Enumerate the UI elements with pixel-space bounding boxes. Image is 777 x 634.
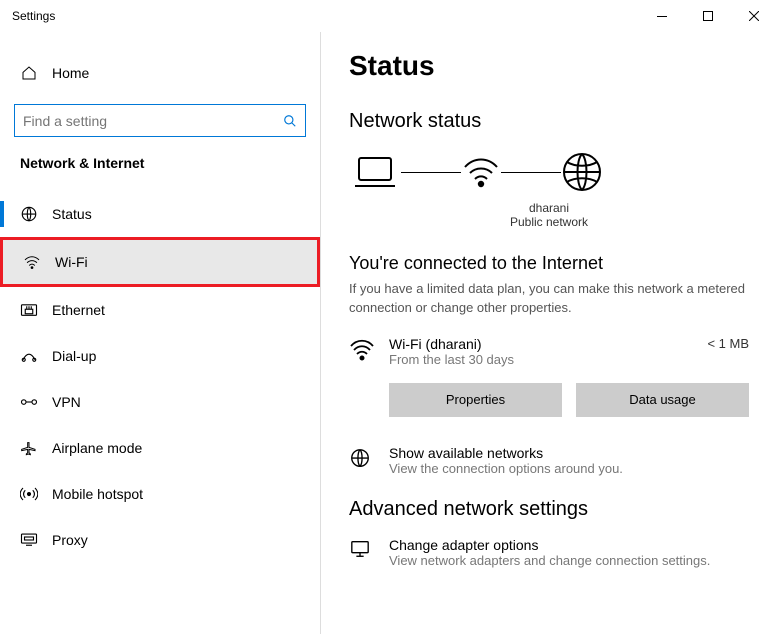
adapter-icon (349, 537, 373, 559)
sidebar-item-wifi[interactable]: Wi-Fi (0, 237, 320, 287)
wifi-diagram-icon (461, 155, 501, 189)
titlebar: Settings (0, 0, 777, 32)
page-title: Status (349, 50, 749, 82)
sidebar-item-label: VPN (52, 394, 81, 410)
adapter-title: Change adapter options (389, 537, 710, 553)
show-networks-title: Show available networks (389, 445, 623, 461)
adapter-sub: View network adapters and change connect… (389, 553, 710, 568)
minimize-button[interactable] (639, 0, 685, 32)
diagram-labels: dharani Public network (349, 201, 749, 229)
close-button[interactable] (731, 0, 777, 32)
home-label: Home (52, 65, 89, 81)
main-panel: Status Network status dharani Public net… (320, 32, 777, 634)
sidebar-item-ethernet[interactable]: Ethernet (0, 287, 320, 333)
ethernet-icon (20, 303, 38, 317)
sidebar: Home Network & Internet Status Wi-Fi E (0, 32, 320, 634)
sidebar-item-hotspot[interactable]: Mobile hotspot (0, 471, 320, 517)
maximize-button[interactable] (685, 0, 731, 32)
wifi-signal-icon (349, 336, 373, 361)
vpn-icon (20, 395, 38, 409)
dialup-icon (20, 349, 38, 363)
connection-usage: < 1 MB (707, 336, 749, 351)
globe-icon (561, 151, 603, 193)
sidebar-item-label: Status (52, 206, 92, 222)
sidebar-item-status[interactable]: Status (0, 191, 320, 237)
change-adapter-link[interactable]: Change adapter options View network adap… (349, 537, 749, 568)
data-usage-button[interactable]: Data usage (576, 383, 749, 417)
sidebar-item-label: Dial-up (52, 348, 96, 364)
window-title: Settings (12, 9, 55, 23)
network-status-heading: Network status (349, 110, 749, 133)
sidebar-item-vpn[interactable]: VPN (0, 379, 320, 425)
diagram-network-type: Public network (349, 215, 749, 229)
connected-title: You're connected to the Internet (349, 253, 749, 274)
wifi-icon (23, 255, 41, 269)
sidebar-item-label: Ethernet (52, 302, 105, 318)
sidebar-item-dialup[interactable]: Dial-up (0, 333, 320, 379)
globe-small-icon (349, 445, 373, 469)
airplane-icon (20, 440, 38, 456)
proxy-icon (20, 532, 38, 548)
connected-desc: If you have a limited data plan, you can… (349, 280, 749, 318)
search-input-container[interactable] (14, 104, 306, 137)
hotspot-icon (20, 486, 38, 502)
show-networks-link[interactable]: Show available networks View the connect… (349, 445, 749, 476)
connection-name: Wi-Fi (dharani) (389, 336, 691, 352)
status-icon (20, 205, 38, 223)
home-icon (20, 65, 38, 81)
network-diagram (349, 151, 749, 193)
sidebar-item-airplane[interactable]: Airplane mode (0, 425, 320, 471)
sidebar-item-label: Proxy (52, 532, 88, 548)
advanced-heading: Advanced network settings (349, 498, 749, 521)
connection-row: Wi-Fi (dharani) From the last 30 days < … (349, 336, 749, 367)
search-input[interactable] (23, 113, 283, 129)
diagram-ssid: dharani (349, 201, 749, 215)
connection-sub: From the last 30 days (389, 352, 691, 367)
laptop-icon (349, 152, 401, 192)
sidebar-item-label: Wi-Fi (55, 254, 88, 270)
sidebar-item-label: Airplane mode (52, 440, 142, 456)
search-icon (283, 114, 297, 128)
section-heading: Network & Internet (0, 155, 320, 171)
properties-button[interactable]: Properties (389, 383, 562, 417)
window-controls (639, 0, 777, 32)
home-nav[interactable]: Home (0, 54, 320, 92)
sidebar-item-label: Mobile hotspot (52, 486, 143, 502)
sidebar-item-proxy[interactable]: Proxy (0, 517, 320, 563)
show-networks-sub: View the connection options around you. (389, 461, 623, 476)
